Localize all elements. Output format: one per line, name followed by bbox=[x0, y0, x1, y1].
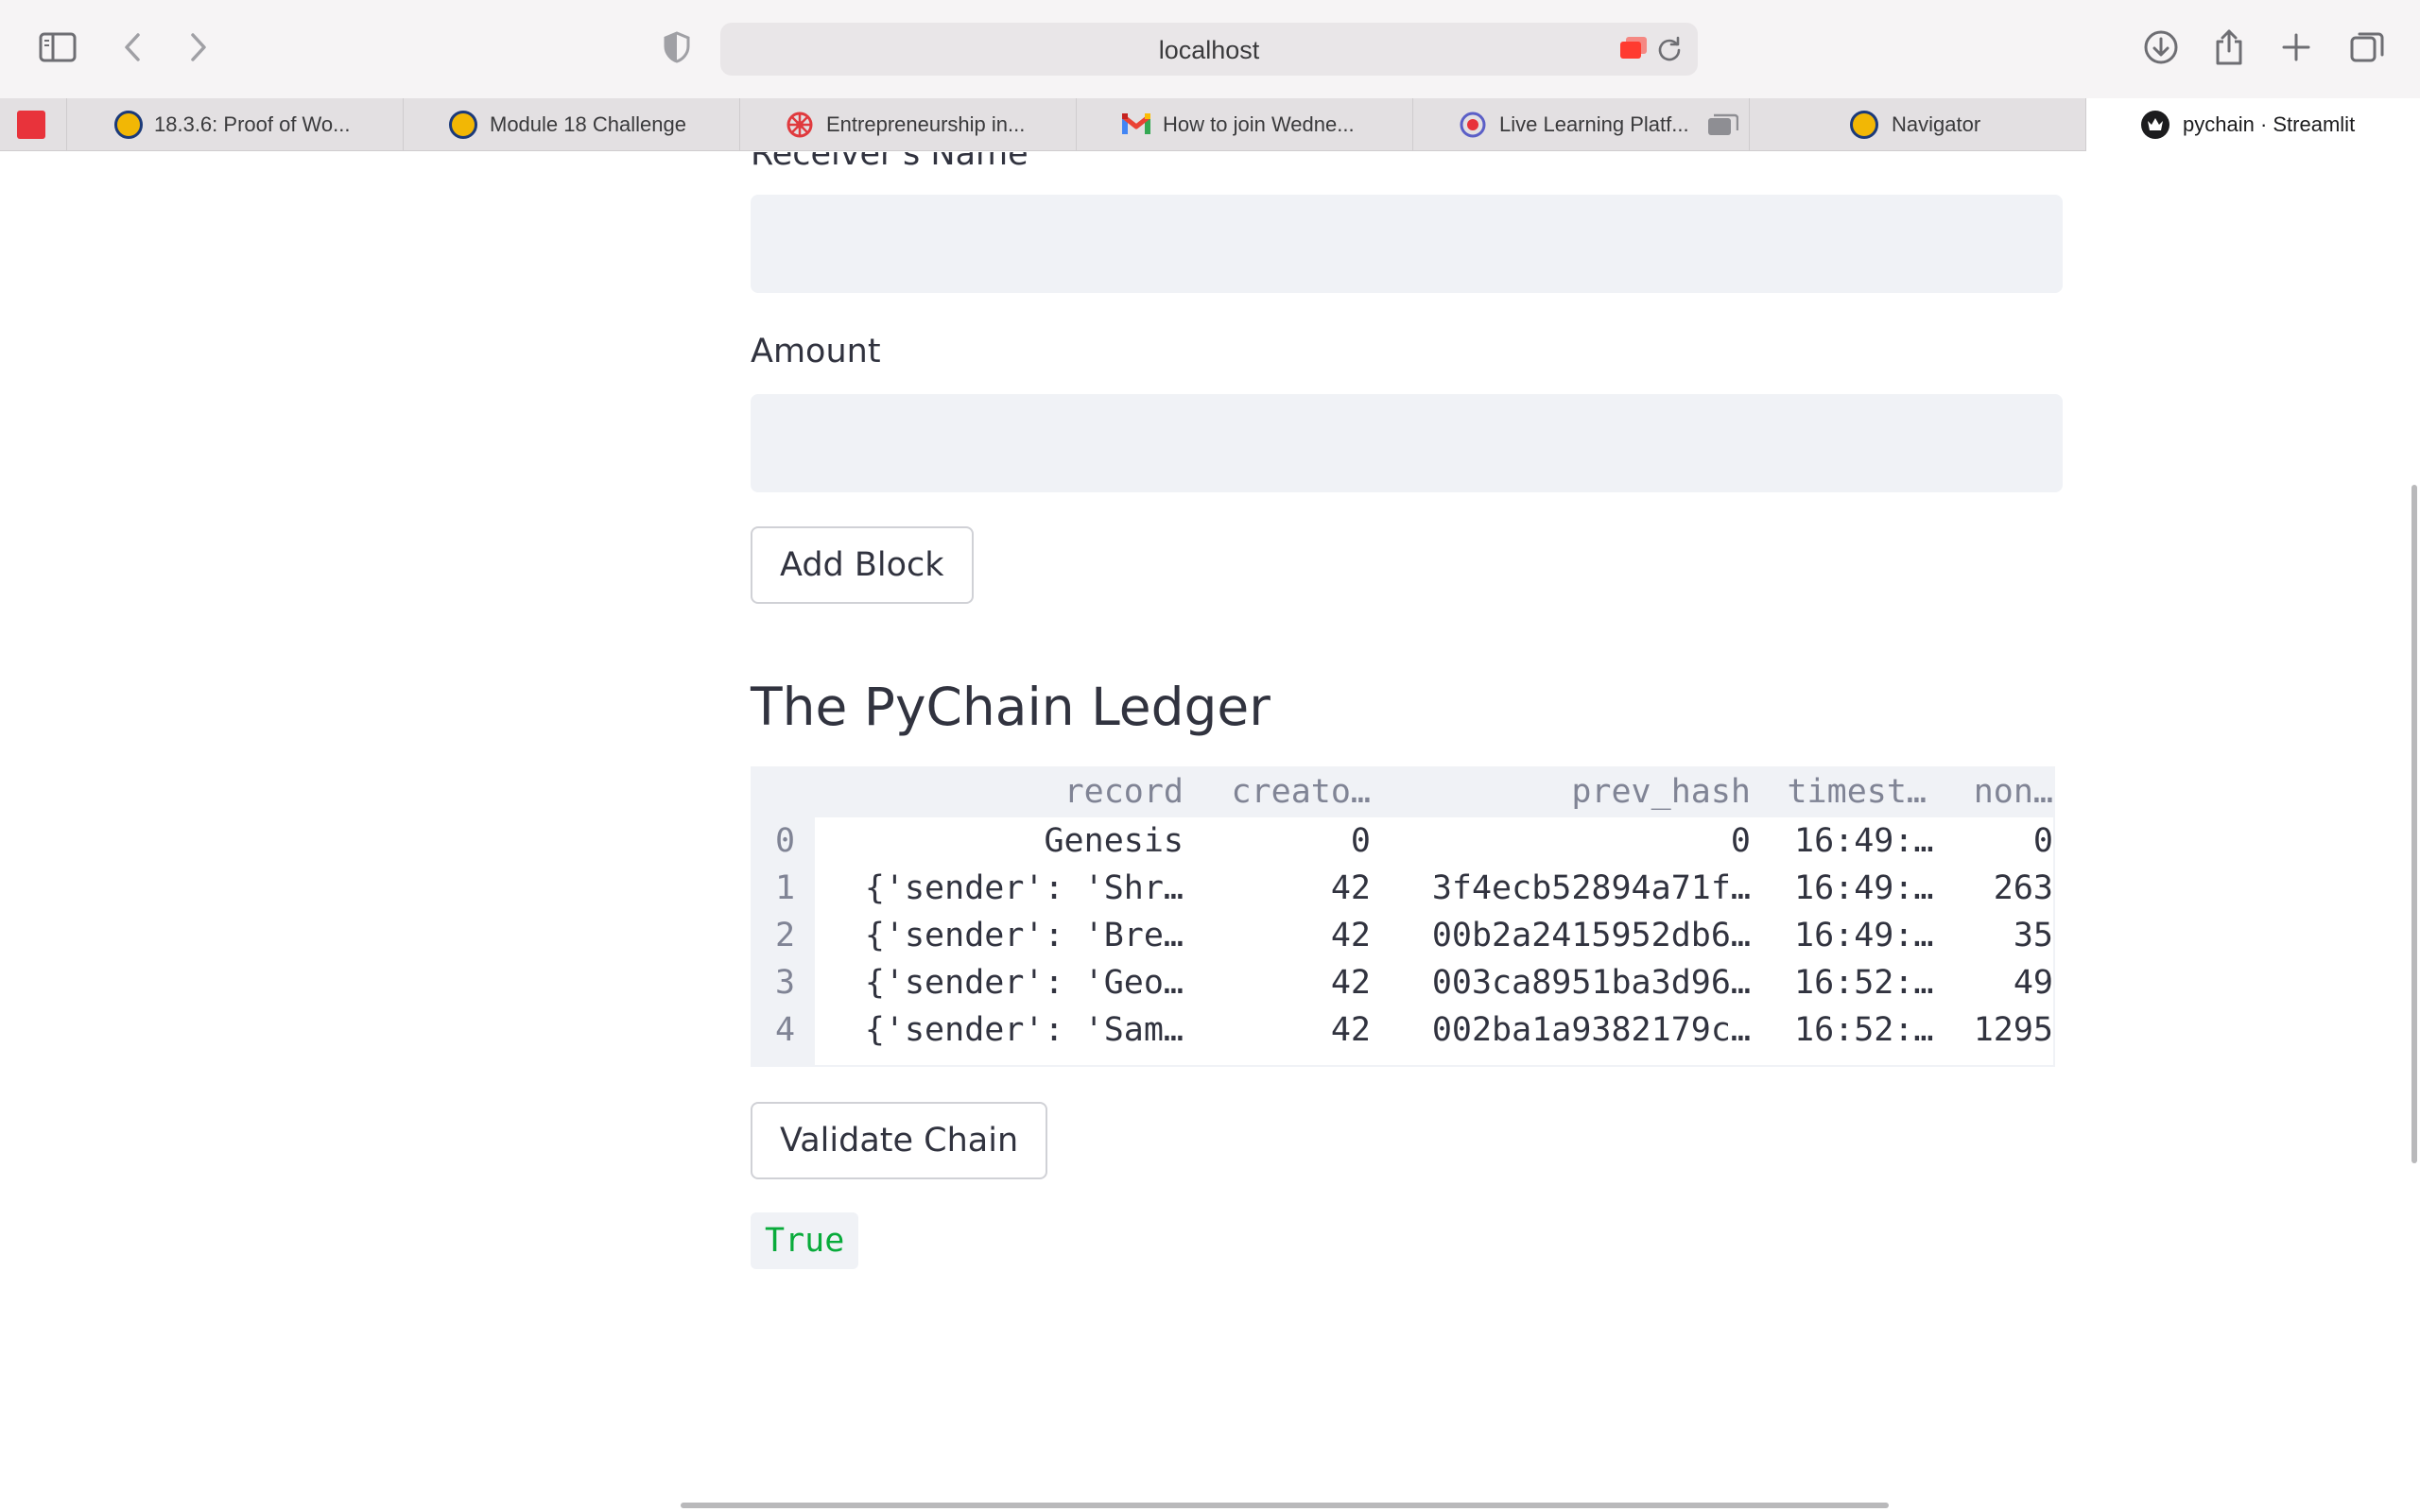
tab-module-18-challenge[interactable]: Module 18 Challenge bbox=[404, 98, 740, 151]
vertical-scrollbar[interactable] bbox=[2411, 485, 2417, 1163]
row-index: 3 bbox=[775, 964, 796, 1002]
share-icon[interactable] bbox=[2206, 25, 2252, 70]
tab-proof-of-work[interactable]: 18.3.6: Proof of Wo... bbox=[67, 98, 404, 151]
gmail-icon bbox=[1121, 113, 1151, 142]
row-index: 0 bbox=[775, 822, 796, 860]
creator-cell: 42 bbox=[1330, 869, 1371, 907]
tab-entrepreneurship[interactable]: Entrepreneurship in... bbox=[740, 98, 1077, 151]
timestamp-cell: 16:52:… bbox=[1794, 1011, 1934, 1049]
tab-label: pychain · Streamlit bbox=[2183, 112, 2356, 136]
ledger-table[interactable]: record creato… prev_hash timest… non… 0 G… bbox=[751, 766, 2055, 1067]
row-index: 1 bbox=[775, 869, 796, 907]
nonce-cell: 35 bbox=[2013, 917, 2053, 954]
downloads-icon[interactable] bbox=[2138, 25, 2184, 70]
tab-label: Navigator bbox=[1892, 112, 1981, 136]
prev-hash-cell: 003ca8951ba3d96… bbox=[1431, 964, 1751, 1002]
validate-chain-button[interactable]: Validate Chain bbox=[751, 1102, 1048, 1179]
sidebar-toggle-icon[interactable] bbox=[35, 25, 80, 70]
tab-pinned[interactable] bbox=[0, 98, 67, 151]
tab-label: 18.3.6: Proof of Wo... bbox=[154, 112, 351, 136]
tab-gmail[interactable]: How to join Wedne... bbox=[1077, 98, 1413, 151]
record-cell: {'sender': 'Sam… bbox=[864, 1011, 1184, 1049]
browser-toolbar: localhost bbox=[0, 0, 2420, 98]
bootcamp-icon bbox=[449, 111, 477, 139]
amount-input[interactable] bbox=[751, 394, 2063, 492]
red-pinned-icon bbox=[17, 111, 45, 139]
record-cell: Genesis bbox=[1044, 822, 1184, 860]
tab-group-icon bbox=[1708, 112, 1739, 143]
tab-bar: 18.3.6: Proof of Wo... Module 18 Challen… bbox=[0, 98, 2420, 151]
address-bar[interactable]: localhost bbox=[720, 23, 1698, 76]
nonce-cell: 49 bbox=[2013, 964, 2053, 1002]
url-text: localhost bbox=[1158, 36, 1260, 64]
prev-hash-cell: 3f4ecb52894a71f… bbox=[1431, 869, 1751, 907]
nonce-cell: 0 bbox=[2032, 822, 2053, 860]
receiver-name-input[interactable] bbox=[751, 195, 2063, 293]
streamlit-page: Receiver's Name Amount Add Block The PyC… bbox=[0, 152, 2420, 1512]
tab-navigator[interactable]: Navigator bbox=[1750, 98, 2086, 151]
column-header-record[interactable]: record bbox=[1064, 768, 1184, 816]
tab-label: Module 18 Challenge bbox=[490, 112, 686, 136]
prev-hash-cell: 0 bbox=[1730, 822, 1751, 860]
receiver-name-label: Receiver's Name bbox=[751, 152, 1028, 173]
column-header-nonce[interactable]: non… bbox=[1974, 768, 2053, 816]
bootcamp-icon bbox=[114, 111, 143, 139]
reload-icon[interactable] bbox=[1656, 36, 1683, 62]
bootcamp-icon bbox=[1850, 111, 1878, 139]
record-cell: {'sender': 'Bre… bbox=[864, 917, 1184, 954]
back-icon[interactable] bbox=[110, 25, 155, 70]
tab-live-learning[interactable]: Live Learning Platf... bbox=[1413, 98, 1750, 151]
nonce-cell: 263 bbox=[1993, 869, 2053, 907]
row-index: 2 bbox=[775, 917, 796, 954]
timestamp-cell: 16:52:… bbox=[1794, 964, 1934, 1002]
column-header-prev-hash[interactable]: prev_hash bbox=[1571, 768, 1751, 816]
amount-label: Amount bbox=[751, 333, 881, 370]
creator-cell: 42 bbox=[1330, 917, 1371, 954]
tab-label: Live Learning Platf... bbox=[1499, 112, 1689, 136]
nonce-cell: 1295 bbox=[1973, 1011, 2053, 1049]
forward-icon[interactable] bbox=[176, 25, 221, 70]
record-cell: {'sender': 'Geo… bbox=[864, 964, 1184, 1002]
prev-hash-cell: 00b2a2415952db6… bbox=[1431, 917, 1751, 954]
record-cell: {'sender': 'Shr… bbox=[864, 869, 1184, 907]
tab-overview-icon[interactable] bbox=[2344, 25, 2390, 70]
streamlit-icon bbox=[2141, 111, 2169, 139]
column-header-creator[interactable]: creato… bbox=[1231, 768, 1371, 816]
screen-recording-icon[interactable] bbox=[1620, 37, 1647, 60]
creator-cell: 0 bbox=[1350, 822, 1371, 860]
live-learning-icon bbox=[1459, 111, 1487, 139]
tab-label: Entrepreneurship in... bbox=[826, 112, 1026, 136]
creator-cell: 42 bbox=[1330, 1011, 1371, 1049]
prev-hash-cell: 002ba1a9382179c… bbox=[1431, 1011, 1751, 1049]
ledger-heading: The PyChain Ledger bbox=[751, 677, 1270, 737]
row-index: 4 bbox=[775, 1011, 796, 1049]
red-wheel-icon bbox=[786, 111, 814, 139]
new-tab-icon[interactable] bbox=[2273, 25, 2319, 70]
validation-result: True bbox=[751, 1212, 859, 1269]
add-block-button[interactable]: Add Block bbox=[751, 526, 974, 604]
timestamp-cell: 16:49:… bbox=[1794, 822, 1934, 860]
timestamp-cell: 16:49:… bbox=[1794, 917, 1934, 954]
tab-pychain-streamlit[interactable]: pychain · Streamlit bbox=[2086, 98, 2420, 151]
creator-cell: 42 bbox=[1330, 964, 1371, 1002]
column-header-timestamp[interactable]: timest… bbox=[1787, 768, 1927, 816]
horizontal-scrollbar[interactable] bbox=[681, 1503, 1889, 1508]
timestamp-cell: 16:49:… bbox=[1794, 869, 1934, 907]
privacy-shield-icon[interactable] bbox=[654, 25, 700, 70]
tab-label: How to join Wedne... bbox=[1163, 112, 1355, 136]
